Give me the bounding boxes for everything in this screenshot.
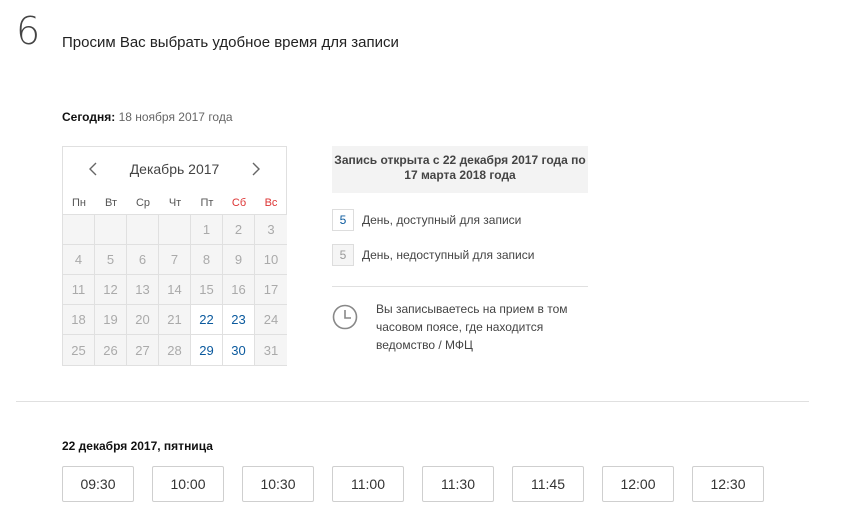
weekday-label: Чт (168, 196, 182, 209)
calendar-day-28: 28 (159, 335, 191, 365)
calendar-day-24: 24 (255, 305, 287, 335)
calendar: Декабрь 2017 Пн Вт Ср Чт Пт Сб Вс 1 2 3 4 5 6 7 8 9 10 1… (62, 146, 287, 366)
legend-unavailable: 5 День, недоступный для записи (332, 244, 534, 266)
timezone-note: Вы записываетесь на прием в том часовом … (376, 302, 568, 352)
time-slot-button[interactable]: 11:45 (512, 466, 584, 502)
legend-unavailable-label: День, недоступный для записи (362, 248, 535, 262)
weekday-label: Вс (264, 196, 278, 209)
calendar-day-14: 14 (159, 275, 191, 305)
calendar-day-18: 18 (63, 305, 95, 335)
calendar-days: 1 2 3 4 5 6 7 8 9 10 11 12 13 14 15 16 17 18 19 20 21 22 23 24 2… (63, 215, 287, 365)
time-slot-button[interactable]: 11:30 (422, 466, 494, 502)
calendar-empty-cell (63, 215, 95, 245)
calendar-day-17: 17 (255, 275, 287, 305)
calendar-day-10: 10 (255, 245, 287, 275)
chevron-right-icon[interactable] (248, 161, 264, 177)
calendar-day-11: 11 (63, 275, 95, 305)
weekday-label: Пт (200, 196, 214, 209)
weekday-label: Пн (72, 196, 86, 209)
time-slot-button[interactable]: 09:30 (62, 466, 134, 502)
legend-available-sample: 5 (332, 209, 354, 231)
time-slot-button[interactable]: 11:00 (332, 466, 404, 502)
calendar-month-title: Декабрь 2017 (129, 161, 220, 177)
calendar-day-13: 13 (127, 275, 159, 305)
calendar-day-31: 31 (255, 335, 287, 365)
calendar-day-6: 6 (127, 245, 159, 275)
booking-period-info: Запись открыта с 22 декабря 2017 года по… (332, 146, 588, 193)
time-slots: 09:30 10:00 10:30 11:00 11:30 11:45 12:00 12:30 (62, 466, 782, 502)
calendar-day-2: 2 (223, 215, 255, 245)
calendar-day-30[interactable]: 30 (223, 335, 255, 365)
calendar-day-21: 21 (159, 305, 191, 335)
weekday-label: Вт (104, 196, 117, 209)
calendar-weekdays: Пн Вт Ср Чт Пт Сб Вс (63, 191, 286, 215)
calendar-day-22[interactable]: 22 (191, 305, 223, 335)
legend-unavailable-sample: 5 (332, 244, 354, 266)
calendar-empty-cell (159, 215, 191, 245)
time-slot-button[interactable]: 10:30 (242, 466, 314, 502)
calendar-day-25: 25 (63, 335, 95, 365)
calendar-day-20: 20 (127, 305, 159, 335)
calendar-day-1: 1 (191, 215, 223, 245)
calendar-day-9: 9 (223, 245, 255, 275)
legend-available-label: День, доступный для записи (362, 213, 522, 227)
calendar-day-8: 8 (191, 245, 223, 275)
calendar-day-16: 16 (223, 275, 255, 305)
calendar-day-15: 15 (191, 275, 223, 305)
calendar-day-4: 4 (63, 245, 95, 275)
today-line: Сегодня: 18 ноября 2017 года (62, 110, 233, 124)
calendar-day-5: 5 (95, 245, 127, 275)
legend-available: 5 День, доступный для записи (332, 209, 521, 231)
calendar-day-3: 3 (255, 215, 287, 245)
calendar-day-23[interactable]: 23 (223, 305, 255, 335)
step-title: Просим Вас выбрать удобное время для зап… (62, 34, 399, 51)
step-number: 6 (16, 9, 41, 53)
time-slot-button[interactable]: 12:30 (692, 466, 764, 502)
calendar-day-12: 12 (95, 275, 127, 305)
calendar-day-29[interactable]: 29 (191, 335, 223, 365)
selected-date-heading: 22 декабря 2017, пятница (62, 439, 213, 453)
today-value: 18 ноября 2017 года (118, 110, 233, 124)
calendar-day-26: 26 (95, 335, 127, 365)
chevron-left-icon[interactable] (85, 161, 101, 177)
calendar-empty-cell (127, 215, 159, 245)
today-label: Сегодня: (62, 110, 116, 124)
time-slot-button[interactable]: 12:00 (602, 466, 674, 502)
clock-icon (332, 304, 358, 330)
section-divider (16, 401, 809, 402)
calendar-day-7: 7 (159, 245, 191, 275)
calendar-empty-cell (95, 215, 127, 245)
weekday-label: Сб (231, 196, 247, 209)
calendar-day-19: 19 (95, 305, 127, 335)
weekday-label: Ср (135, 196, 151, 209)
calendar-day-27: 27 (127, 335, 159, 365)
legend-divider (332, 286, 588, 287)
time-slot-button[interactable]: 10:00 (152, 466, 224, 502)
calendar-header: Декабрь 2017 (63, 147, 286, 191)
